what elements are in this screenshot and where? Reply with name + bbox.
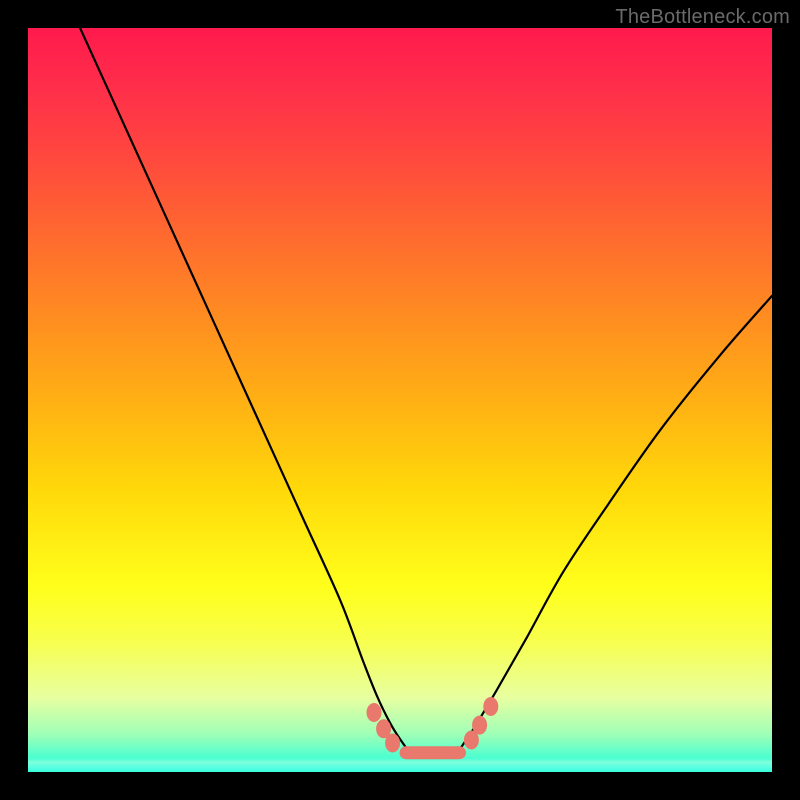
bottleneck-markers [367,698,498,753]
curves-layer [28,28,772,772]
watermark-text: TheBottleneck.com [615,6,790,29]
bottleneck-flat-marker [400,747,466,759]
bottleneck-marker [386,734,400,752]
bottleneck-marker [484,698,498,716]
bottleneck-marker [464,731,478,749]
left-curve [80,28,407,750]
bottleneck-marker [473,716,487,734]
right-curve [460,296,773,750]
plot-area [28,28,772,772]
outer-frame: TheBottleneck.com [0,0,800,800]
bottleneck-marker [367,704,381,722]
